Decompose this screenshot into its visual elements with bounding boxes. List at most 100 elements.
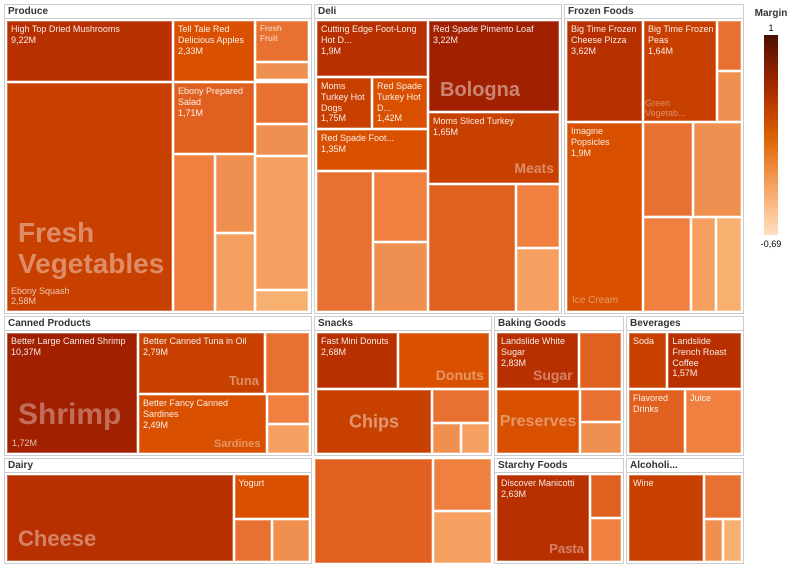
cell-canned-sm1 bbox=[266, 333, 309, 393]
squash-label: Ebony Squash2,58M bbox=[11, 286, 70, 306]
cell-cutting-edge: Cutting Edge Foot-Long Hot D...1,9M bbox=[317, 21, 427, 76]
section-beverages: Beverages Soda Landslide French Roast Co… bbox=[626, 316, 744, 456]
cell-deli-sm1 bbox=[317, 172, 372, 311]
cell-pimento-loaf: Red Spade Pimento Loaf3,22M Bologna bbox=[429, 21, 559, 111]
cell-alcohol-sm2 bbox=[705, 520, 722, 561]
cell-coffee: Landslide French Roast Coffee1,57M bbox=[668, 333, 741, 388]
cell-canned-tuna: Better Canned Tuna in Oil2,79M Tuna bbox=[139, 333, 264, 393]
cell-fresh-vegetables: FreshVegetables Ebony Squash2,58M bbox=[7, 83, 172, 311]
cell-cheese: Cheese bbox=[7, 475, 233, 561]
cell-produce-sm5 bbox=[256, 125, 308, 155]
section-header-alcoholic: Alcoholi... bbox=[627, 459, 743, 473]
section-dairy: Dairy Cheese Yogurt bbox=[4, 458, 312, 564]
middle-sections-row: Canned Products Better Large Canned Shri… bbox=[4, 316, 744, 456]
cell-frozen-sm7 bbox=[717, 218, 741, 311]
section-snacks: Snacks Fast Mini Donuts2,68M Donuts Chip… bbox=[314, 316, 492, 456]
cell-frozen-sm1 bbox=[718, 21, 741, 70]
cell-canned-sm2 bbox=[268, 395, 310, 423]
cell-frozen-sm3 bbox=[644, 123, 692, 216]
cell-donuts-large: Donuts bbox=[399, 333, 489, 388]
section-header-beverages: Beverages bbox=[627, 317, 743, 331]
main-container: Produce High Top Dried Mushrooms9,22M Te… bbox=[0, 0, 800, 568]
cell-red-spade-turkey: Red Spade Turkey Hot D...1,42M bbox=[373, 78, 427, 128]
section-header-canned: Canned Products bbox=[5, 317, 311, 331]
section-baking: Baking Goods Landslide White Sugar2,83M … bbox=[494, 316, 624, 456]
cell-dairy-sm1 bbox=[235, 520, 271, 561]
cell-produce-sm7 bbox=[256, 291, 308, 311]
cell-starchy-sm1 bbox=[591, 475, 621, 517]
legend-title: Margin bbox=[755, 8, 788, 19]
section-deli: Deli Cutting Edge Foot-Long Hot D...1,9M… bbox=[314, 4, 562, 314]
section-header-produce: Produce bbox=[5, 5, 311, 19]
section-header-snacks: Snacks bbox=[315, 317, 491, 331]
top-sections-row: Produce High Top Dried Mushrooms9,22M Te… bbox=[4, 4, 744, 314]
cell-cheese-pizza: Big Time Frozen Cheese Pizza3,62M bbox=[567, 21, 642, 121]
legend-gradient bbox=[764, 35, 778, 235]
cell-manicotti: Discover Manicotti2,63M Pasta bbox=[497, 475, 589, 561]
cell-donuts: Fast Mini Donuts2,68M bbox=[317, 333, 397, 388]
cell-moms-sliced: Moms Sliced Turkey1,65M Meats bbox=[429, 113, 559, 183]
cell-deli-sm3 bbox=[374, 243, 427, 312]
cell-chips: Chips bbox=[317, 390, 431, 453]
cell-produce-sm4 bbox=[256, 83, 308, 123]
cell-snacks-sm3 bbox=[462, 424, 489, 454]
cell-canned-sm3 bbox=[268, 425, 310, 453]
cell-flavored-drinks: Flavored Drinks bbox=[629, 390, 684, 453]
snacks-bottom-space bbox=[314, 458, 492, 564]
cell-baking-sm3 bbox=[581, 423, 621, 454]
cell-alcohol-sm1 bbox=[705, 475, 741, 518]
cell-snacks-btm1 bbox=[315, 459, 432, 563]
cell-wine: Wine bbox=[629, 475, 703, 561]
section-header-dairy: Dairy bbox=[5, 459, 311, 473]
cell-popsicles: Imagine Popsicles1,9M Ice Cream bbox=[567, 123, 642, 311]
section-produce: Produce High Top Dried Mushrooms9,22M Te… bbox=[4, 4, 312, 314]
cell-deli-sm6 bbox=[517, 249, 559, 311]
cell-frozen-sm2 bbox=[718, 72, 741, 121]
section-canned: Canned Products Better Large Canned Shri… bbox=[4, 316, 312, 456]
cell-preserves: Preserves bbox=[497, 390, 579, 453]
section-alcoholic: Alcoholi... Wine bbox=[626, 458, 744, 564]
bottom-left-filler: Dairy Cheese Yogurt bbox=[4, 458, 312, 564]
cell-dried-mushrooms: High Top Dried Mushrooms9,22M bbox=[7, 21, 172, 81]
cell-produce-sm3 bbox=[216, 234, 254, 311]
cell-deli-sm2 bbox=[374, 172, 427, 241]
cell-produce-sm6 bbox=[256, 157, 308, 289]
legend-area: Margin 1 -0,69 bbox=[746, 4, 796, 564]
cell-alcohol-sm3 bbox=[724, 520, 741, 561]
cell-starchy-sm2 bbox=[591, 519, 621, 561]
cell-snacks-btm2 bbox=[434, 459, 491, 510]
cell-frozen-sm5 bbox=[644, 218, 690, 311]
cell-juice: Juice bbox=[686, 390, 741, 453]
section-header-deli: Deli bbox=[315, 5, 561, 19]
cell-deli-sm5 bbox=[517, 185, 559, 247]
cell-dairy-sm2 bbox=[273, 520, 309, 561]
cell-snacks-sm1 bbox=[433, 390, 489, 422]
cell-yogurt: Yogurt bbox=[235, 475, 310, 518]
section-header-frozen: Frozen Foods bbox=[565, 5, 743, 19]
section-starchy: Starchy Foods Discover Manicotti2,63M Pa… bbox=[494, 458, 624, 564]
cell-fruit-small1 bbox=[256, 63, 308, 79]
cell-canned-shrimp: Better Large Canned Shrimp10,37M Shrimp … bbox=[7, 333, 137, 453]
cell-baking-sm1 bbox=[580, 333, 621, 388]
chart-area: Produce High Top Dried Mushrooms9,22M Te… bbox=[4, 4, 744, 564]
cell-fresh-fruit: FreshFruit bbox=[256, 21, 308, 61]
cell-red-spade-foot: Red Spade Foot...1,35M bbox=[317, 130, 427, 170]
cell-snacks-sm2 bbox=[433, 424, 460, 454]
cell-deli-sm4 bbox=[429, 185, 515, 311]
section-header-starchy: Starchy Foods bbox=[495, 459, 623, 473]
legend-min-value: -0,69 bbox=[761, 239, 782, 249]
cell-sardines: Better Fancy Canned Sardines2,49M Sardin… bbox=[139, 395, 266, 453]
fresh-vegetables-label: FreshVegetables bbox=[18, 218, 164, 280]
cell-snacks-btm3 bbox=[434, 512, 491, 563]
cell-frozen-sm6 bbox=[692, 218, 716, 311]
legend-max-value: 1 bbox=[768, 23, 773, 33]
cell-produce-sm2 bbox=[216, 155, 254, 232]
cell-produce-sm1 bbox=[174, 155, 214, 311]
cell-baking-sm2 bbox=[581, 390, 621, 421]
cell-white-sugar: Landslide White Sugar2,83M Sugar bbox=[497, 333, 578, 388]
cell-frozen-peas: Big Time Frozen Peas1,64M Green Vegetab.… bbox=[644, 21, 716, 121]
cell-frozen-sm4 bbox=[694, 123, 742, 216]
bottom-sections-row: Dairy Cheese Yogurt bbox=[4, 458, 744, 564]
cell-apples: Tell Tale Red Delicious Apples2,33M bbox=[174, 21, 254, 81]
cell-moms-turkey: Moms Turkey Hot Dogs1,75M bbox=[317, 78, 371, 128]
